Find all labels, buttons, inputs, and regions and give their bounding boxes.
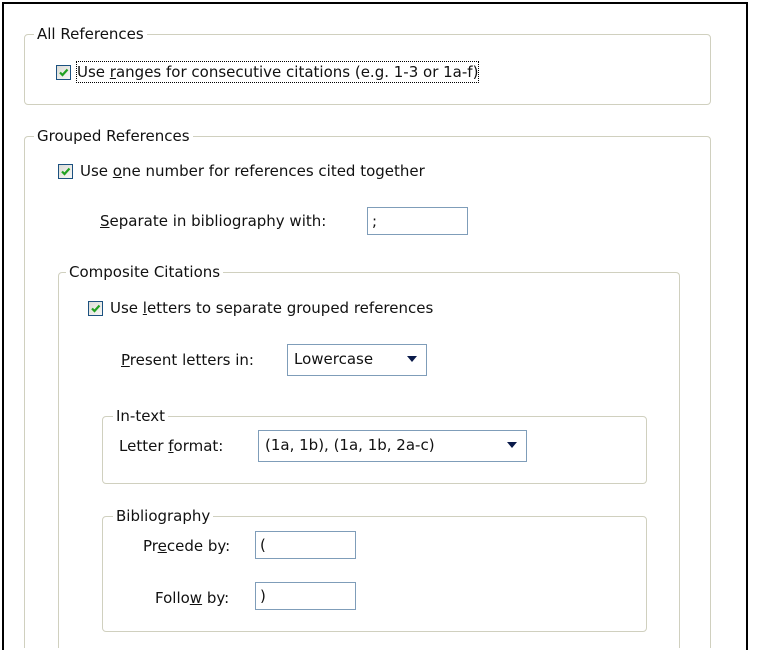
all-references-title: All References (34, 25, 147, 43)
checkmark-icon (59, 68, 69, 77)
precede-by-label: Precede by: (143, 536, 230, 556)
composite-citations-title: Composite Citations (66, 263, 224, 281)
separate-input[interactable]: ; (367, 207, 468, 235)
in-text-title: In-text (113, 407, 168, 425)
follow-by-label-accel: w (189, 589, 203, 607)
follow-by-label-pre: Follo (155, 589, 190, 607)
chevron-down-icon[interactable] (507, 442, 517, 448)
use-one-number-label-accel: o (112, 162, 122, 180)
letter-format-select[interactable]: (1a, 1b), (1a, 1b, 2a-c) (258, 430, 527, 462)
present-letters-label: Present letters in: (121, 350, 254, 370)
separate-label: Separate in bibliography with: (100, 211, 326, 231)
separate-label-post: eparate in bibliography with: (109, 212, 327, 230)
present-letters-value: Lowercase (294, 350, 374, 368)
use-one-number-label-pre: Use (80, 162, 113, 180)
follow-by-label: Follow by: (155, 588, 229, 608)
use-ranges-label-pre: Use (77, 63, 110, 81)
grouped-references-title: Grouped References (34, 127, 193, 145)
use-letters-label-post: etters to separate grouped references (146, 299, 434, 317)
letter-format-value: (1a, 1b), (1a, 1b, 2a-c) (265, 436, 435, 454)
letter-format-label-post: ormat: (173, 437, 224, 455)
present-letters-label-post: resent letters in: (129, 351, 254, 369)
bibliography-group (102, 516, 647, 632)
use-one-number-label[interactable]: Use one number for references cited toge… (80, 161, 425, 181)
use-one-number-label-post: ne number for references cited together (121, 162, 425, 180)
use-letters-checkbox[interactable] (88, 301, 103, 316)
follow-by-label-post: by: (202, 589, 230, 607)
chevron-down-icon[interactable] (407, 356, 417, 362)
bibliography-title: Bibliography (113, 507, 214, 525)
use-ranges-label-post: anges for consecutive citations (e.g. 1-… (115, 63, 479, 81)
checkmark-icon (91, 304, 101, 313)
precede-by-label-post: cede by: (166, 537, 231, 555)
letter-format-label-pre: Letter (119, 437, 169, 455)
follow-by-input[interactable]: ) (255, 582, 356, 610)
present-letters-select[interactable]: Lowercase (287, 344, 427, 376)
present-letters-label-accel: P (121, 351, 130, 369)
checkmark-icon (61, 167, 71, 176)
letter-format-label: Letter format: (119, 436, 223, 456)
use-letters-label-pre: Use (110, 299, 143, 317)
separate-label-accel: S (100, 212, 110, 230)
use-letters-label[interactable]: Use letters to separate grouped referenc… (110, 298, 433, 318)
precede-by-label-accel: e (157, 537, 167, 555)
use-one-number-checkbox[interactable] (58, 164, 73, 179)
precede-by-label-pre: Pr (143, 537, 158, 555)
use-ranges-label[interactable]: Use ranges for consecutive citations (e.… (75, 61, 480, 83)
use-ranges-checkbox[interactable] (56, 65, 71, 80)
precede-by-input[interactable]: ( (255, 531, 356, 559)
